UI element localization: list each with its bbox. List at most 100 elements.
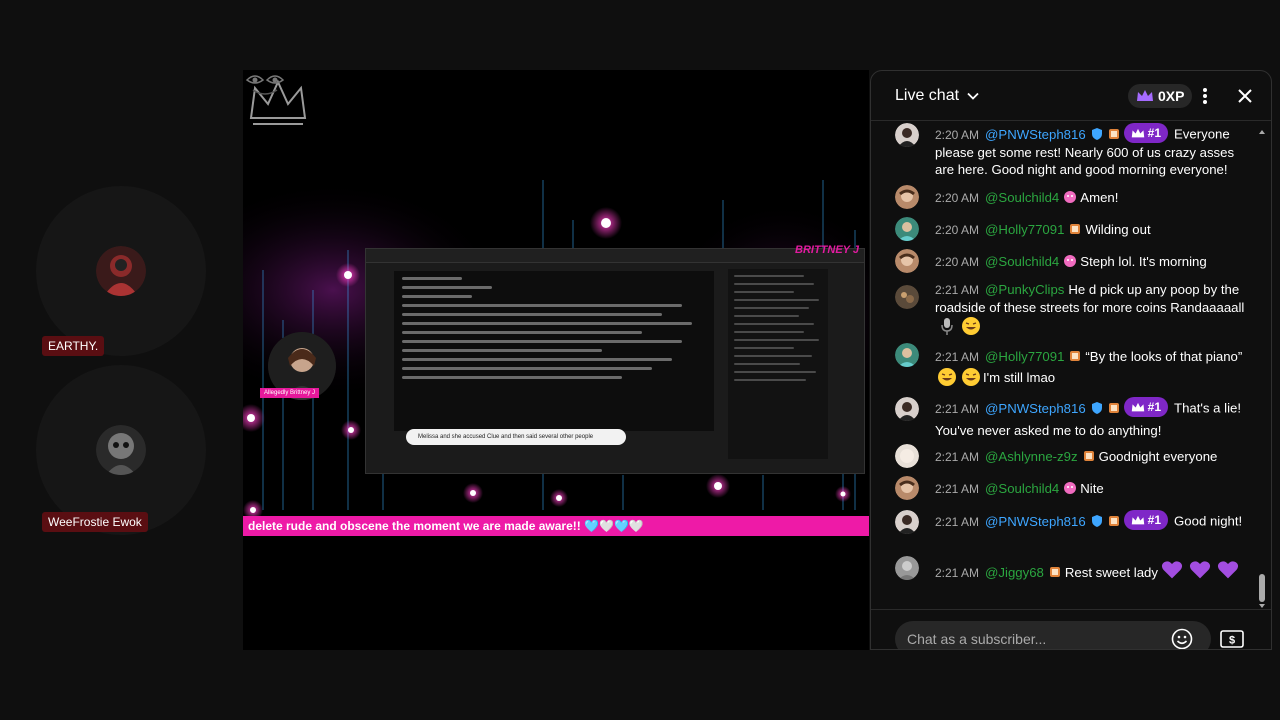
verified-shield-icon: [1091, 514, 1102, 527]
message-text: Wilding out: [1085, 222, 1151, 237]
user-avatar: [895, 285, 919, 309]
message-author[interactable]: @Holly77091: [985, 349, 1064, 364]
message-author[interactable]: @PNWSteph816: [985, 514, 1086, 529]
message-body: 2:21 AM @PNWSteph816 #1 Good night!: [935, 510, 1251, 533]
close-chat-button[interactable]: [1233, 84, 1257, 108]
message-body: 2:21 AM @Jiggy68 Rest sweet lady: [935, 558, 1251, 585]
microphone-emoji-icon: [941, 318, 953, 335]
shared-live-chat: [728, 269, 828, 459]
more-vert-icon: [1203, 88, 1207, 104]
message-time: 2:21 AM: [935, 450, 980, 464]
rofl-emoji-icon: [938, 368, 956, 386]
participant-tile: WeeFrostie Ewok: [36, 365, 206, 535]
member-badge-icon: [1108, 515, 1119, 526]
message-text: Goodnight everyone: [1098, 449, 1218, 464]
verified-shield-icon: [1091, 127, 1102, 140]
message-body: 2:21 AM @Holly77091 “By the looks of that …: [935, 347, 1251, 387]
member-badge-icon: [1064, 255, 1077, 267]
message-text: Amen!: [1080, 190, 1119, 205]
crown-icon: [1131, 402, 1144, 411]
message-text: That's a lie! You've never asked me to d…: [935, 400, 1242, 438]
message-author[interactable]: @PNWSteph816: [985, 401, 1086, 416]
chat-scrollbar[interactable]: [1259, 129, 1265, 611]
emoji-icon[interactable]: [1171, 628, 1193, 650]
message-text: Good night!: [1174, 513, 1243, 529]
message-body: 2:21 AM @Ashlynne-z9z Goodnight everyone: [935, 448, 1251, 466]
scroll-thumb[interactable]: [1259, 574, 1265, 602]
member-badge-icon: [1070, 351, 1081, 361]
chat-mode-dropdown[interactable]: Live chat: [895, 87, 981, 105]
user-avatar: [895, 217, 919, 241]
crown-icon: [1137, 90, 1153, 101]
message-body: 2:21 AM @PNWSteph816 #1 That's a lie! You'v…: [935, 397, 1251, 441]
rank-badge: #1: [1123, 510, 1169, 530]
user-avatar: [895, 397, 919, 421]
message-author[interactable]: @Soulchild4: [985, 254, 1059, 269]
message-text: Rest sweet lady: [1064, 565, 1158, 580]
user-avatar: [895, 510, 919, 534]
message-text: Steph lol. It's morning: [1080, 254, 1207, 269]
video-player[interactable]: Melissa and she accused Clue and then sa…: [243, 70, 869, 650]
shared-document: [394, 271, 714, 431]
message-body: 2:20 AM @PNWSteph816 #1 Everyone please get…: [935, 123, 1251, 178]
user-avatar: [895, 444, 919, 468]
member-badge-icon: [1064, 482, 1077, 494]
message-time: 2:20 AM: [935, 127, 980, 142]
message-body: 2:20 AM @Holly77091 Wilding out: [935, 221, 1251, 239]
purple-heart-emoji-icon: [1161, 561, 1183, 579]
message-text: “By the looks of that piano”: [1085, 349, 1243, 364]
user-avatar: [895, 185, 919, 209]
rofl-emoji-icon: [962, 317, 980, 335]
message-author[interactable]: @PunkyClips: [985, 282, 1064, 297]
brand-name: BRITTNEY J: [795, 244, 859, 256]
message-body: 2:20 AM @Soulchild4 Steph lol. It's mornin…: [935, 253, 1251, 271]
rank-badge: #1: [1123, 123, 1169, 143]
message-author[interactable]: @Holly77091: [985, 222, 1064, 237]
chat-input-bar: $: [871, 609, 1271, 650]
message-time: 2:21 AM: [935, 283, 980, 297]
member-badge-icon: [1070, 224, 1081, 234]
user-avatar: [895, 556, 919, 580]
participant-tile: EARTHY.: [36, 186, 206, 356]
live-chat-panel: Live chat 0XP 2:20 AM @PNWSteph816 #1 Every…: [870, 70, 1272, 650]
verified-shield-icon: [1091, 401, 1102, 414]
message-time: 2:21 AM: [935, 566, 980, 580]
message-time: 2:21 AM: [935, 514, 980, 529]
message-author[interactable]: @Jiggy68: [985, 565, 1044, 580]
rank-label: #1: [1147, 125, 1162, 140]
host-label: Allegedly Brittney J: [260, 388, 320, 398]
message-author[interactable]: @PNWSteph816: [985, 127, 1086, 142]
close-icon: [1238, 89, 1252, 103]
purple-heart-emoji-icon: [1189, 561, 1211, 579]
chat-title: Live chat: [895, 87, 960, 104]
message-body: 2:21 AM @PunkyClips He d pick up any poop …: [935, 281, 1251, 336]
chat-input[interactable]: [895, 621, 1211, 649]
crown-icon: [1131, 128, 1144, 137]
message-time: 2:21 AM: [935, 401, 980, 416]
message-time: 2:20 AM: [935, 255, 980, 269]
scroll-up-icon[interactable]: [1259, 129, 1265, 135]
message-author[interactable]: @Ashlynne-z9z: [985, 449, 1078, 464]
member-badge-icon: [1108, 402, 1119, 413]
more-options-button[interactable]: [1193, 84, 1217, 108]
user-avatar: [895, 476, 919, 500]
chat-messages[interactable]: 2:20 AM @PNWSteph816 #1 Everyone please get…: [871, 121, 1263, 609]
member-badge-icon: [1083, 451, 1094, 461]
user-avatar: [895, 123, 919, 147]
user-avatar: [895, 249, 919, 273]
xp-badge[interactable]: 0XP: [1128, 84, 1193, 108]
participant-avatar: [96, 246, 146, 296]
shared-screen-toolbar: [366, 249, 864, 263]
shared-caption: Melissa and she accused Clue and then sa…: [406, 429, 626, 445]
message-time: 2:20 AM: [935, 223, 980, 237]
member-badge-icon: [1049, 567, 1060, 577]
super-chat-icon[interactable]: $: [1219, 627, 1245, 650]
ticker-banner: delete rude and obscene the moment we ar…: [243, 516, 869, 536]
stream-page: EARTHY. WeeFrostie Ewok Melissa and she …: [0, 0, 1280, 720]
message-author[interactable]: @Soulchild4: [985, 481, 1059, 496]
message-time: 2:21 AM: [935, 482, 980, 496]
purple-heart-emoji-icon: [1217, 561, 1239, 579]
message-author[interactable]: @Soulchild4: [985, 190, 1059, 205]
rofl-emoji-icon: [962, 368, 980, 386]
shared-screen: Melissa and she accused Clue and then sa…: [365, 248, 865, 474]
